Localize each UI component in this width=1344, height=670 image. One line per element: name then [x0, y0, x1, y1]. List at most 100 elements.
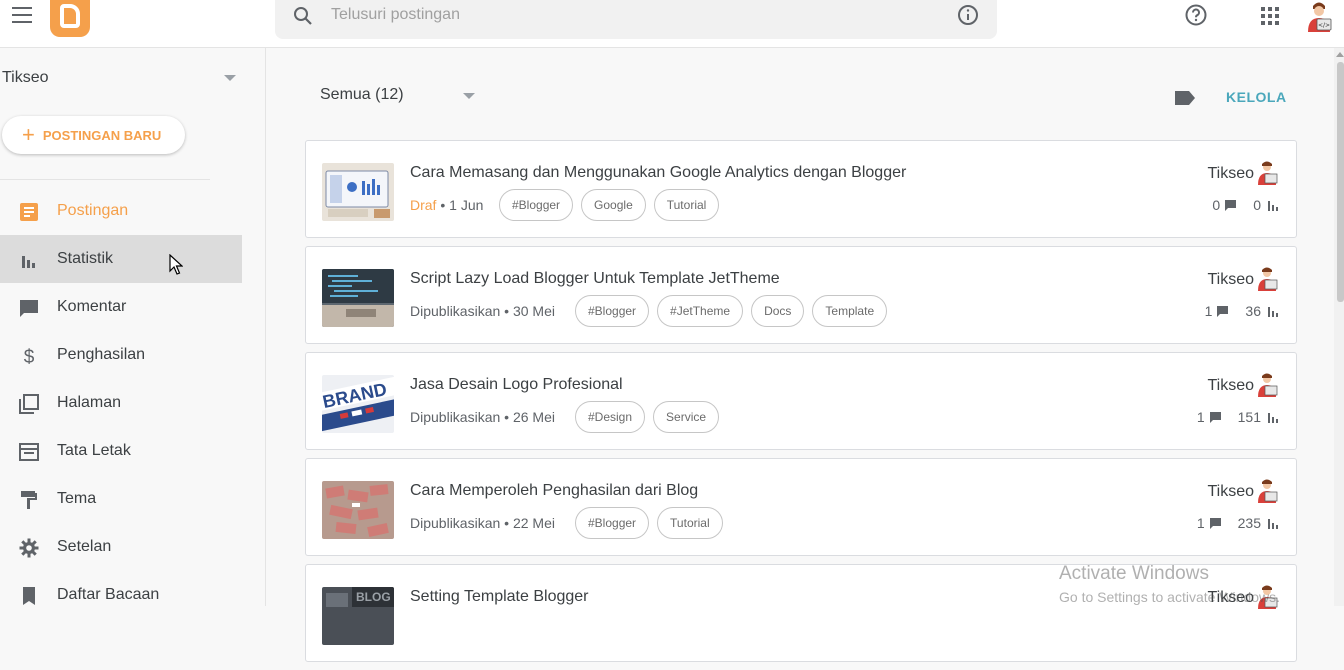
sidebar-item-earnings[interactable]: $ Penghasilan [0, 331, 242, 379]
apps-grid-icon[interactable] [1260, 6, 1280, 26]
post-stats: 1 151 [1197, 409, 1278, 425]
post-tags: #Design Service [575, 401, 727, 433]
avatar[interactable]: </> [1304, 0, 1334, 32]
post-date: 30 Mei [512, 303, 555, 319]
post-item[interactable]: Cara Memperoleh Penghasilan dari Blog Di… [305, 458, 1297, 556]
sidebar-item-label: Halaman [57, 394, 122, 411]
comment-icon [1209, 517, 1221, 529]
post-title[interactable]: Cara Memasang dan Menggunakan Google Ana… [410, 164, 906, 182]
tag-chip[interactable]: #JetTheme [657, 295, 744, 327]
post-thumbnail [322, 163, 394, 221]
tag-chip[interactable]: #Design [575, 401, 646, 433]
sidebar-item-label: Statistik [57, 250, 114, 267]
post-thumbnail: BLOG [322, 587, 394, 645]
post-tags: #Blogger Google Tutorial [499, 189, 727, 221]
post-meta: Dipublikasikan • 26 Mei [410, 409, 555, 425]
post-item[interactable]: Script Lazy Load Blogger Untuk Template … [305, 246, 1297, 344]
sidebar-item-pages[interactable]: Halaman [0, 379, 242, 427]
tag-chip[interactable]: Tutorial [653, 189, 720, 221]
label-icon[interactable] [1174, 89, 1196, 107]
post-filter-dropdown[interactable]: Semua (12) [320, 86, 404, 104]
chevron-down-icon[interactable] [463, 93, 475, 99]
comment-count: 1 [1204, 303, 1213, 319]
tag-chip[interactable]: Google [581, 189, 646, 221]
activate-windows-watermark: Activate Windows Go to Settings to activ… [1059, 563, 1280, 605]
sidebar: Tikseo + POSTINGAN BARU Postingan Statis… [0, 48, 266, 606]
watermark-title: Activate Windows [1059, 563, 1209, 584]
post-meta: Dipublikasikan • 30 Mei [410, 303, 555, 319]
comment-icon [1225, 199, 1237, 211]
blog-selector[interactable]: Tikseo [2, 69, 49, 87]
view-count: 36 [1245, 303, 1261, 319]
pages-icon [19, 394, 39, 414]
stats-icon [1268, 413, 1278, 423]
tag-chip[interactable]: Service [653, 401, 720, 433]
manage-button[interactable]: KELOLA [1226, 89, 1287, 105]
sidebar-item-label: Penghasilan [57, 346, 146, 363]
new-post-label: POSTINGAN BARU [42, 127, 162, 143]
dollar-icon: $ [24, 347, 35, 367]
tag-chip[interactable]: Tutorial [657, 507, 723, 539]
stats-icon [1268, 201, 1278, 211]
scroll-up-icon[interactable] [1336, 52, 1344, 57]
author-avatar [1258, 373, 1278, 397]
sidebar-item-settings[interactable]: Setelan [0, 523, 242, 571]
info-icon[interactable] [957, 4, 979, 26]
tag-chip[interactable]: Template [812, 295, 888, 327]
comment-icon [1217, 305, 1229, 317]
sidebar-divider [0, 179, 210, 180]
sidebar-item-layout[interactable]: Tata Letak [0, 427, 242, 475]
search-input[interactable] [331, 3, 931, 27]
author-avatar [1258, 479, 1278, 503]
post-title[interactable]: Cara Memperoleh Penghasilan dari Blog [410, 482, 698, 500]
post-title[interactable]: Jasa Desain Logo Profesional [410, 376, 623, 394]
sidebar-nav: Postingan Statistik Komentar $ Penghasil… [0, 187, 242, 619]
scrollbar-thumb[interactable] [1337, 62, 1344, 302]
svg-text:BLOG: BLOG [356, 590, 391, 604]
stats-icon [22, 256, 35, 268]
post-title[interactable]: Setting Template Blogger [410, 588, 588, 606]
sidebar-item-label: Setelan [57, 538, 112, 555]
help-icon[interactable] [1184, 3, 1208, 27]
chevron-down-icon[interactable] [224, 75, 236, 81]
post-item[interactable]: Cara Memasang dan Menggunakan Google Ana… [305, 140, 1297, 238]
stats-icon [1268, 307, 1278, 317]
comment-icon [20, 300, 38, 317]
post-status: Dipublikasikan [410, 409, 501, 425]
post-author: Tikseo [1207, 165, 1254, 182]
paint-roller-icon [21, 491, 37, 509]
comment-count: 0 [1212, 197, 1221, 213]
sidebar-item-label: Komentar [57, 298, 127, 315]
sidebar-item-reading-list[interactable]: Daftar Bacaan [0, 571, 242, 619]
main-content: Semua (12) KELOLA Cara Memasang dan Meng… [267, 48, 1334, 662]
post-title[interactable]: Script Lazy Load Blogger Untuk Template … [410, 270, 780, 288]
comment-icon [1209, 411, 1221, 423]
post-author: Tikseo [1207, 271, 1254, 288]
top-bar: </> [0, 0, 1344, 48]
tag-chip[interactable]: #Blogger [575, 295, 650, 327]
post-author: Tikseo [1207, 377, 1254, 394]
search-icon[interactable] [291, 4, 315, 28]
sidebar-item-posts[interactable]: Postingan [0, 187, 242, 235]
view-count: 0 [1253, 197, 1261, 213]
post-stats: 1 36 [1205, 303, 1278, 319]
svg-text:$: $ [24, 347, 35, 367]
new-post-button[interactable]: + POSTINGAN BARU [2, 116, 185, 154]
tag-chip[interactable]: #Blogger [499, 189, 574, 221]
sidebar-item-label: Tema [57, 490, 97, 507]
sidebar-item-theme[interactable]: Tema [0, 475, 242, 523]
blogger-logo[interactable] [50, 0, 90, 37]
menu-icon[interactable] [12, 7, 32, 23]
post-date: 22 Mei [512, 515, 555, 531]
post-date: 26 Mei [512, 409, 555, 425]
comment-count: 1 [1196, 409, 1205, 425]
post-date: 1 Jun [449, 197, 484, 213]
tag-chip[interactable]: Docs [751, 295, 805, 327]
post-item[interactable]: BRAND Jasa Desain Logo Profesional Dipub… [305, 352, 1297, 450]
layout-icon [19, 443, 39, 461]
sidebar-item-stats[interactable]: Statistik [0, 235, 242, 283]
tag-chip[interactable]: #Blogger [575, 507, 650, 539]
post-thumbnail [322, 269, 394, 327]
posts-icon [20, 203, 38, 221]
sidebar-item-comments[interactable]: Komentar [0, 283, 242, 331]
